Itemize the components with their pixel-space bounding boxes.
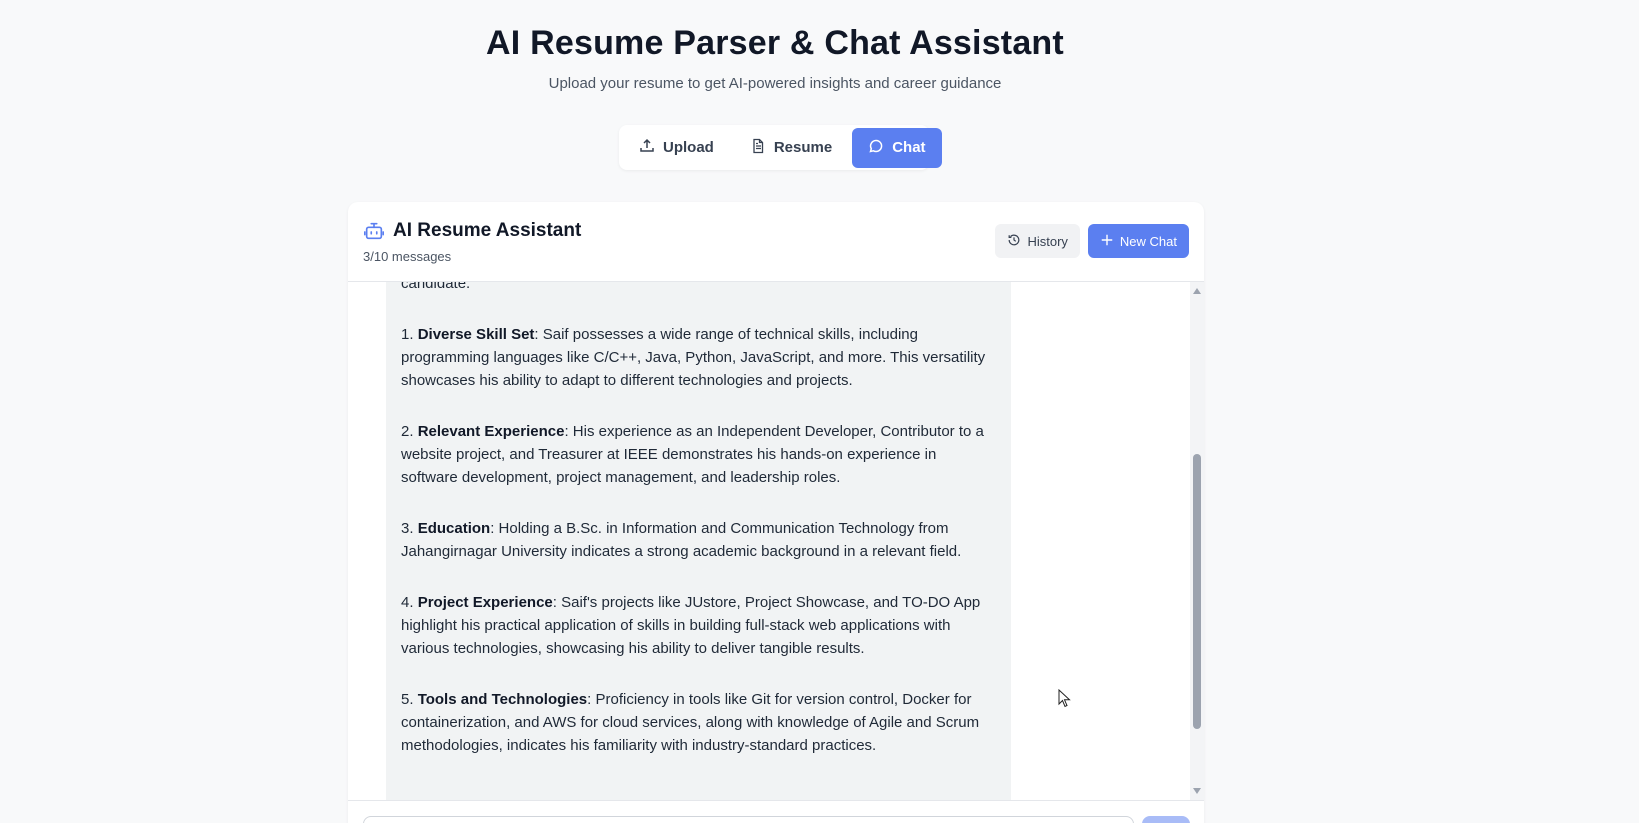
list-item: 4. Project Experience: Saif's projects l…: [401, 591, 996, 660]
message-intro: candidate.: [401, 282, 471, 292]
scroll-thumb[interactable]: [1193, 454, 1201, 729]
scroll-up-arrow-icon[interactable]: [1193, 288, 1201, 294]
send-button[interactable]: [1142, 816, 1190, 823]
scroll-down-arrow-icon[interactable]: [1193, 788, 1201, 794]
header-actions: History New Chat: [995, 224, 1189, 258]
list-item: 2. Relevant Experience: His experience a…: [401, 420, 996, 489]
chat-input-row: [348, 800, 1204, 823]
chat-card: AI Resume Assistant 3/10 messages Histor…: [348, 202, 1204, 823]
item-heading: Education: [417, 520, 491, 537]
tab-chat[interactable]: Chat: [852, 127, 942, 168]
tab-upload-label: Upload: [663, 139, 714, 156]
robot-icon: [363, 220, 385, 242]
item-number: 4.: [401, 594, 414, 611]
upload-icon: [639, 138, 655, 158]
new-chat-label: New Chat: [1119, 233, 1177, 249]
message-count: 3/10 messages: [363, 249, 452, 264]
history-icon: [1007, 233, 1021, 250]
chat-input[interactable]: [363, 816, 1134, 823]
page-subtitle: Upload your resume to get AI-powered ins…: [548, 75, 1002, 92]
mouse-cursor-icon: [1058, 689, 1071, 708]
history-label: History: [1027, 233, 1068, 249]
chat-bubble-icon: [868, 138, 884, 158]
list-item: 3. Education: Holding a B.Sc. in Informa…: [401, 517, 996, 563]
tab-bar: Upload Resume Chat: [619, 125, 942, 170]
chat-header: AI Resume Assistant 3/10 messages Histor…: [348, 202, 1204, 282]
plus-icon: [1100, 233, 1114, 250]
tab-upload[interactable]: Upload: [623, 128, 730, 168]
tab-resume-label: Resume: [773, 139, 833, 156]
page-title: AI Resume Parser & Chat Assistant: [486, 24, 1064, 62]
chat-messages[interactable]: candidate. 1. Diverse Skill Set: Saif po…: [348, 282, 1204, 800]
tab-resume[interactable]: Resume: [734, 128, 848, 168]
new-chat-button[interactable]: New Chat: [1087, 224, 1189, 258]
assistant-message: candidate. 1. Diverse Skill Set: Saif po…: [386, 282, 1011, 800]
document-icon: [750, 138, 766, 158]
chat-scrollbar[interactable]: [1190, 282, 1204, 800]
item-number: 1.: [401, 326, 414, 343]
item-number: 3.: [401, 520, 414, 537]
item-number: 5.: [401, 691, 414, 708]
history-button[interactable]: History: [995, 224, 1080, 258]
item-heading: Relevant Experience: [417, 423, 565, 440]
item-heading: Diverse Skill Set: [417, 326, 535, 343]
list-item: 1. Diverse Skill Set: Saif possesses a w…: [401, 323, 996, 392]
assistant-title: AI Resume Assistant: [393, 220, 582, 241]
assistant-title-row: AI Resume Assistant: [363, 220, 581, 242]
item-heading: Project Experience: [417, 594, 553, 611]
item-number: 2.: [401, 423, 414, 440]
item-heading: Tools and Technologies: [417, 691, 588, 708]
list-item: 5. Tools and Technologies: Proficiency i…: [401, 688, 996, 757]
tab-chat-label: Chat: [892, 139, 926, 156]
